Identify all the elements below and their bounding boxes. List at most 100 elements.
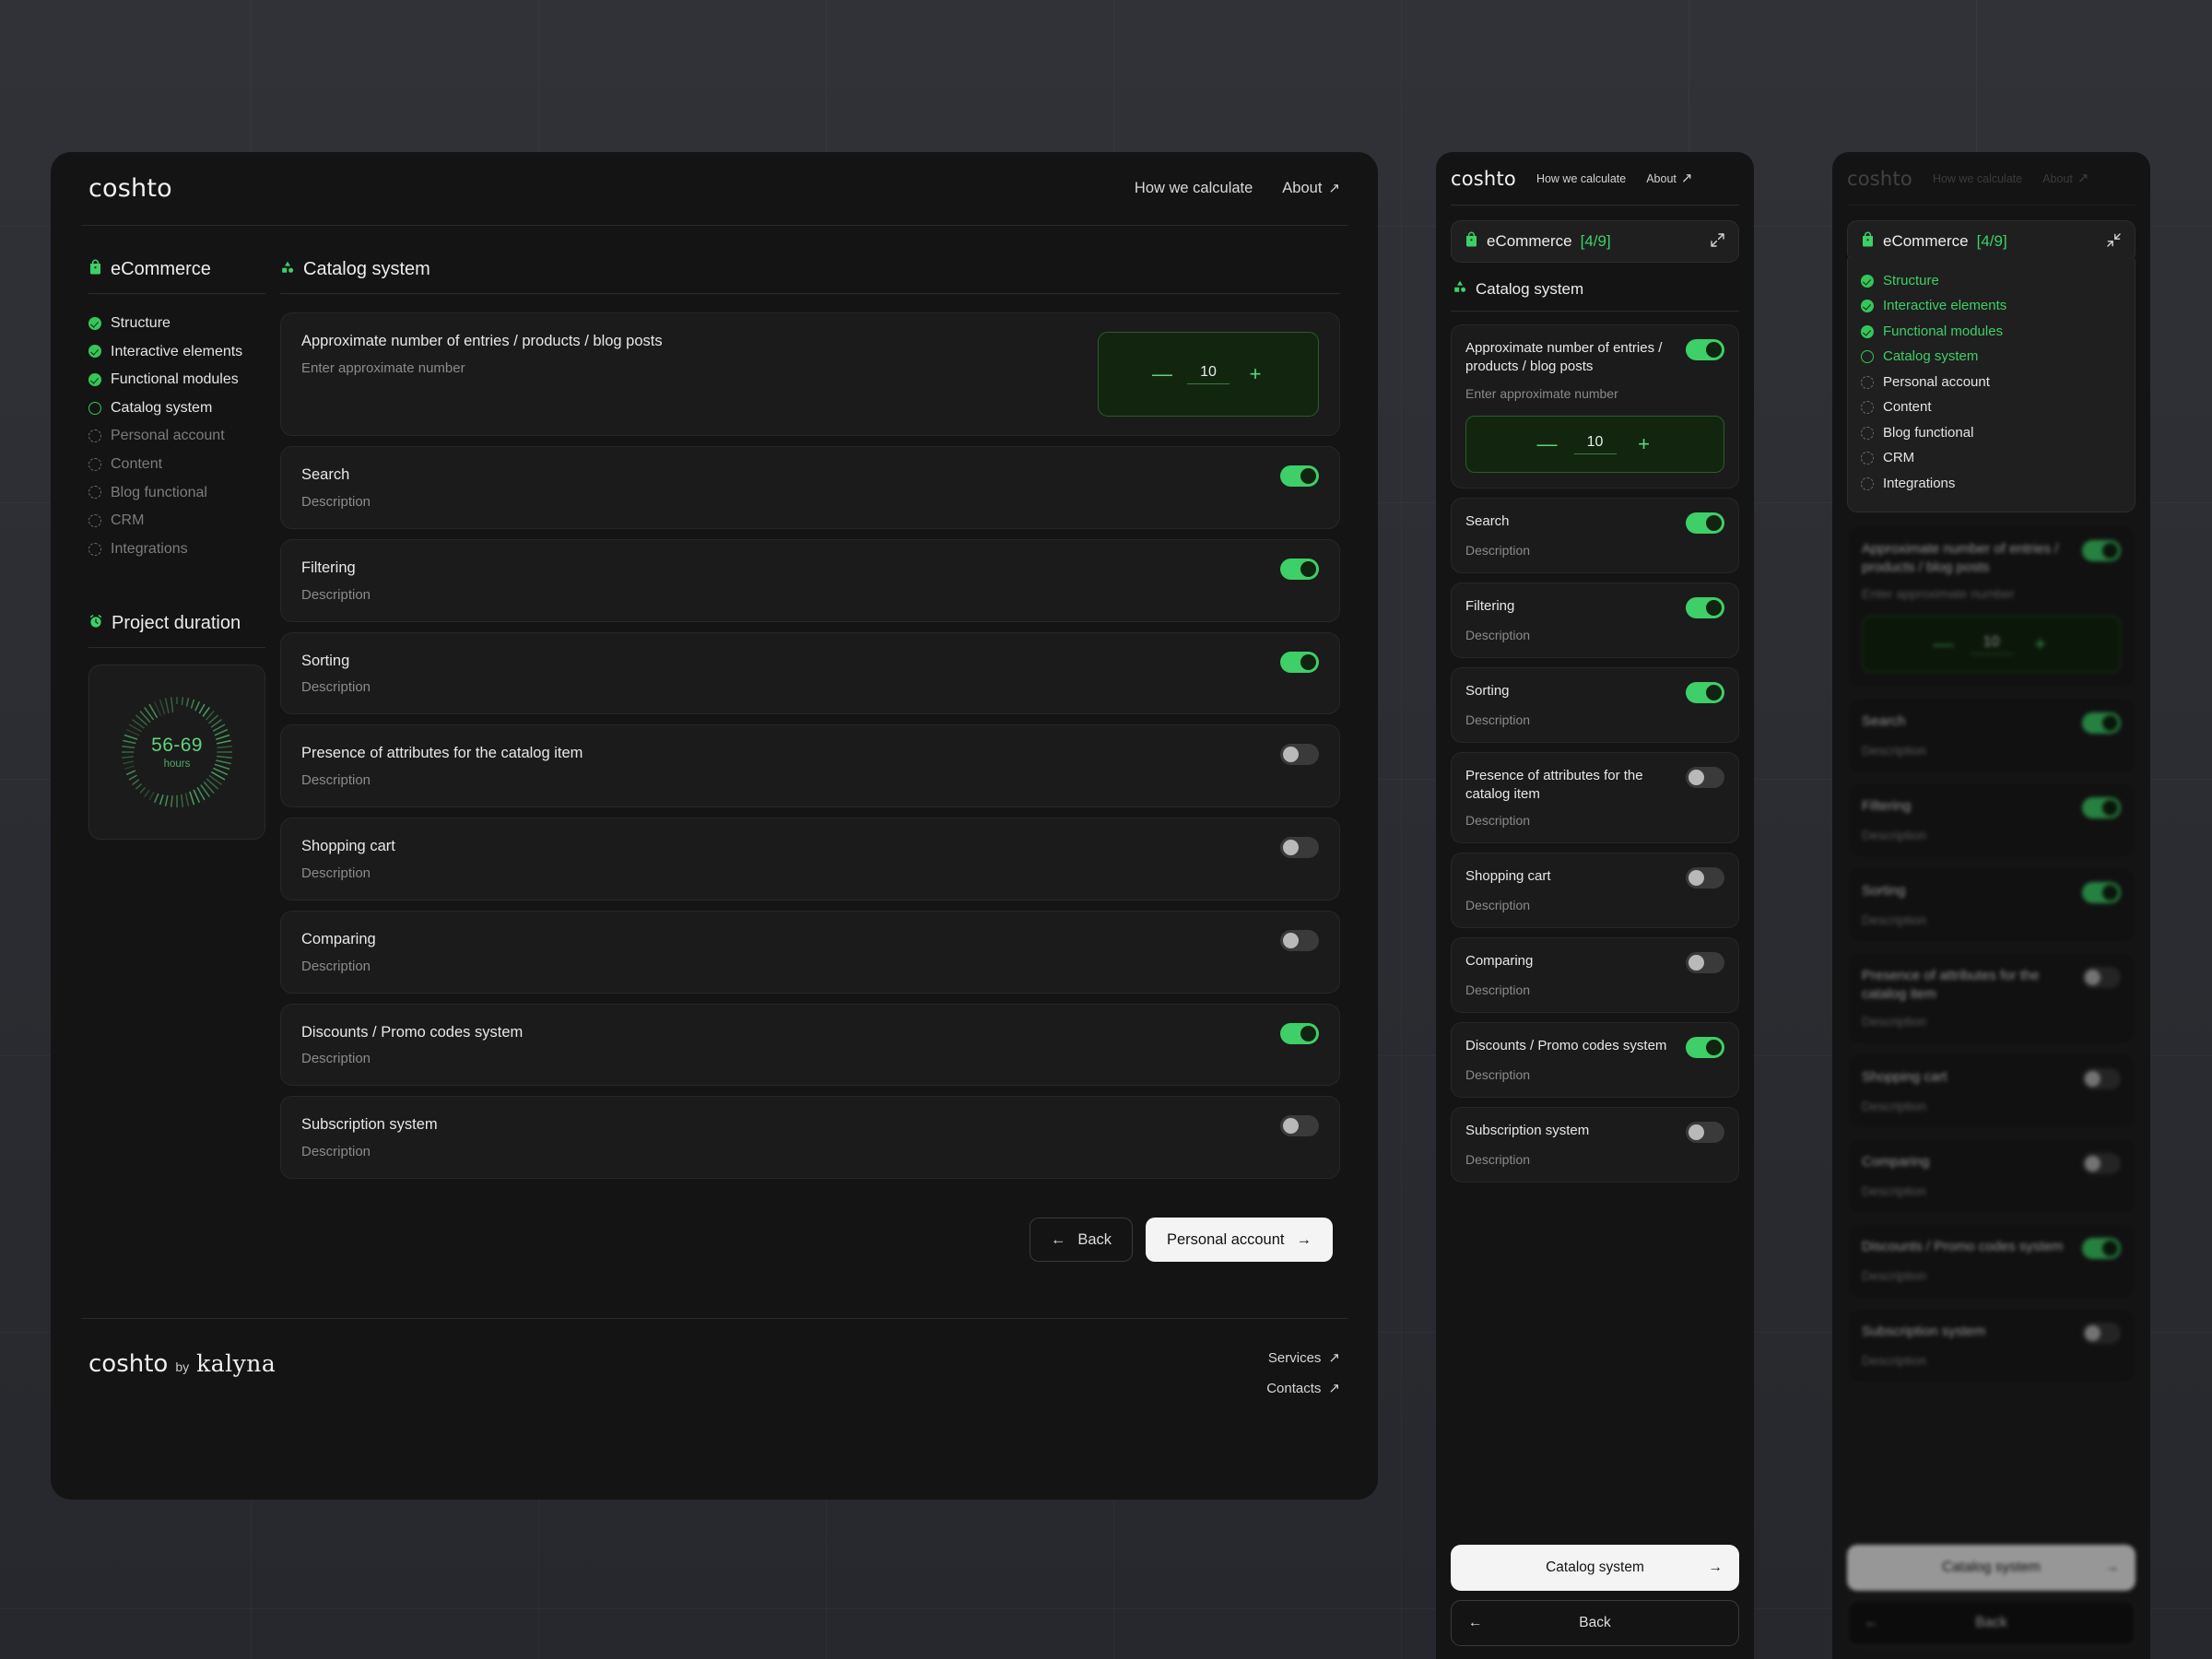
mobile-next-button[interactable]: Catalog system →	[1451, 1545, 1739, 1591]
back-button[interactable]: ← Back	[1029, 1218, 1133, 1263]
footer-link-contacts[interactable]: Contacts ↗	[1266, 1381, 1340, 1396]
step-item[interactable]: Structure	[88, 311, 265, 336]
step-item[interactable]: Integrations	[88, 536, 265, 562]
feature-toggle[interactable]	[1686, 766, 1724, 788]
mobile-back-button[interactable]: ← Back	[1847, 1600, 2136, 1646]
feature-row[interactable]: Search Description	[1451, 497, 1739, 573]
stepper-value[interactable]: 10	[1187, 364, 1230, 384]
feature-row[interactable]: Comparing Description	[1847, 1137, 2136, 1214]
stepper-value[interactable]: 10	[1573, 434, 1617, 454]
footer-link-services[interactable]: Services ↗	[1268, 1350, 1340, 1366]
nav-how-we-calculate[interactable]: How we calculate	[1135, 180, 1253, 197]
step-item[interactable]: Content	[88, 452, 265, 477]
stepper-increment[interactable]: +	[2031, 634, 2050, 654]
quantity-stepper[interactable]: — 10 +	[1465, 415, 1724, 473]
feature-toggle[interactable]	[2082, 1152, 2121, 1174]
step-item[interactable]: Functional modules	[1861, 319, 2122, 345]
feature-toggle[interactable]	[1280, 744, 1319, 766]
stepper-decrement[interactable]: —	[1152, 364, 1172, 384]
mobile-accordion-header[interactable]: eCommerce [4/9]	[1847, 220, 2136, 263]
step-item[interactable]: Interactive elements	[88, 339, 265, 365]
nav-about[interactable]: About ↗	[2042, 171, 2088, 185]
feature-toggle[interactable]	[2082, 539, 2121, 561]
step-item[interactable]: Blog functional	[1861, 420, 2122, 446]
feature-toggle[interactable]	[1280, 929, 1319, 951]
feature-row[interactable]: Presence of attributes for the catalog i…	[1451, 751, 1739, 843]
quantity-stepper[interactable]: — 10 +	[1098, 332, 1319, 417]
feature-row[interactable]: Search Description	[1847, 698, 2136, 773]
step-item[interactable]: Catalog system	[1861, 345, 2122, 371]
mobile-accordion-header[interactable]: eCommerce [4/9]	[1451, 220, 1739, 263]
feature-toggle[interactable]	[1280, 651, 1319, 673]
feature-toggle[interactable]	[2082, 1067, 2121, 1089]
feature-toggle[interactable]	[2082, 797, 2121, 818]
feature-toggle[interactable]	[1280, 465, 1319, 487]
feature-row[interactable]: Approximate number of entries / products…	[280, 312, 1340, 436]
feature-row[interactable]: Presence of attributes for the catalog i…	[1847, 952, 2136, 1044]
feature-row[interactable]: Sorting Description	[1451, 666, 1739, 743]
feature-row[interactable]: Shopping cart Description	[1847, 1053, 2136, 1129]
feature-toggle[interactable]	[2082, 967, 2121, 988]
feature-toggle[interactable]	[1686, 1122, 1724, 1143]
nav-how-we-calculate[interactable]: How we calculate	[1933, 172, 2022, 185]
feature-toggle[interactable]	[1280, 1022, 1319, 1044]
step-item[interactable]: Structure	[1861, 268, 2122, 294]
step-item[interactable]: Content	[1861, 395, 2122, 421]
feature-toggle[interactable]	[1686, 952, 1724, 973]
stepper-decrement[interactable]: —	[1934, 634, 1954, 654]
feature-toggle[interactable]	[1686, 596, 1724, 618]
step-item[interactable]: Personal account	[1861, 370, 2122, 395]
step-item[interactable]: Blog functional	[88, 480, 265, 506]
stepper-decrement[interactable]: —	[1537, 433, 1558, 454]
feature-row[interactable]: Filtering Description	[1847, 782, 2136, 858]
feature-row[interactable]: Search Description	[280, 446, 1340, 529]
feature-toggle[interactable]	[2082, 712, 2121, 734]
feature-row[interactable]: Subscription system Description	[1847, 1307, 2136, 1383]
feature-row[interactable]: Presence of attributes for the catalog i…	[280, 724, 1340, 808]
feature-toggle[interactable]	[2082, 882, 2121, 903]
step-item[interactable]: Integrations	[1861, 471, 2122, 497]
feature-row[interactable]: Subscription system Description	[1451, 1107, 1739, 1182]
feature-toggle[interactable]	[1280, 1115, 1319, 1137]
feature-row[interactable]: Filtering Description	[280, 538, 1340, 622]
step-item[interactable]: Functional modules	[88, 367, 265, 393]
stepper-value[interactable]: 10	[1970, 634, 2013, 654]
quantity-stepper[interactable]: — 10 +	[1862, 616, 2121, 673]
nav-about[interactable]: About ↗	[1282, 180, 1340, 197]
step-item[interactable]: Personal account	[88, 423, 265, 449]
expand-arrows-icon[interactable]	[1710, 232, 1725, 251]
step-item[interactable]: CRM	[1861, 446, 2122, 472]
feature-row[interactable]: Discounts / Promo codes system Descriptio…	[1847, 1222, 2136, 1299]
feature-toggle[interactable]	[2082, 1237, 2121, 1259]
feature-toggle[interactable]	[1686, 867, 1724, 888]
feature-toggle[interactable]	[2082, 1322, 2121, 1344]
feature-row[interactable]: Comparing Description	[280, 910, 1340, 994]
feature-row[interactable]: Approximate number of entries / products…	[1451, 324, 1739, 488]
feature-toggle[interactable]	[1686, 681, 1724, 703]
mobile-next-button[interactable]: Catalog system →	[1847, 1545, 2136, 1591]
nav-how-we-calculate[interactable]: How we calculate	[1536, 172, 1626, 185]
feature-row[interactable]: Filtering Description	[1451, 582, 1739, 658]
nav-about[interactable]: About ↗	[1646, 171, 1692, 185]
step-item[interactable]: Interactive elements	[1861, 294, 2122, 320]
mobile-back-button[interactable]: ← Back	[1451, 1600, 1739, 1646]
step-item[interactable]: Catalog system	[88, 395, 265, 421]
step-item[interactable]: CRM	[88, 508, 265, 534]
feature-toggle[interactable]	[1686, 339, 1724, 360]
feature-toggle[interactable]	[1686, 512, 1724, 534]
feature-row[interactable]: Subscription system Description	[280, 1096, 1340, 1180]
feature-row[interactable]: Shopping cart Description	[280, 818, 1340, 900]
feature-row[interactable]: Approximate number of entries / products…	[1847, 524, 2136, 688]
feature-row[interactable]: Discounts / Promo codes system Descriptio…	[280, 1003, 1340, 1087]
feature-row[interactable]: Comparing Description	[1451, 937, 1739, 1013]
feature-toggle[interactable]	[1686, 1037, 1724, 1058]
collapse-arrows-icon[interactable]	[2106, 232, 2122, 251]
stepper-increment[interactable]: +	[1635, 433, 1653, 454]
stepper-increment[interactable]: +	[1246, 364, 1265, 384]
feature-row[interactable]: Sorting Description	[1847, 867, 2136, 943]
feature-row[interactable]: Shopping cart Description	[1451, 853, 1739, 928]
feature-toggle[interactable]	[1280, 558, 1319, 580]
feature-toggle[interactable]	[1280, 837, 1319, 859]
feature-row[interactable]: Sorting Description	[280, 631, 1340, 715]
feature-row[interactable]: Discounts / Promo codes system Descriptio…	[1451, 1022, 1739, 1098]
